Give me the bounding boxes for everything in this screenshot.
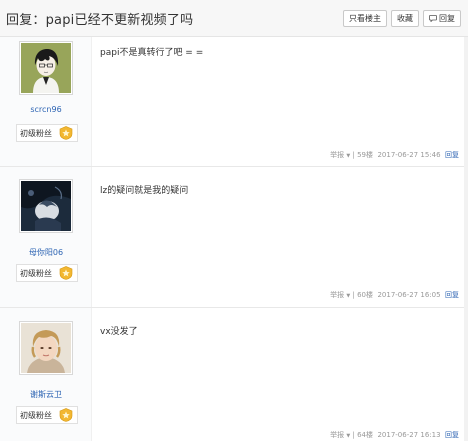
report-link[interactable]: 举报 [330,291,344,299]
anime-character-avatar [21,43,71,93]
post-time: 2017-06-27 16:13 [377,431,441,439]
post-reply-link[interactable]: 回复 [445,431,459,439]
user-avatar[interactable] [19,179,73,233]
post-reply-link[interactable]: 回复 [445,151,459,159]
post-64: 谢斯云卫 初级粉丝 vx没发了 举报 ▼ | 64楼 2017-06-27 16… [0,308,468,441]
report-link[interactable]: 举报 [330,151,344,159]
post-content: lz的疑问就是我的疑问 [100,186,189,196]
post-content: papi不是真转行了吧 = = [100,48,204,58]
post-content: vx没发了 [100,327,138,337]
fan-level-label: 初级粉丝 [20,411,52,420]
reply-button[interactable]: 回复 [423,10,461,27]
thread-header: 回复：papi已经不更新视频了吗 只看楼主 收藏 回复 [0,0,468,37]
speech-bubble-icon [429,15,437,22]
fan-level-badge: 初级粉丝 [16,124,78,142]
fan-level-badge: 初级粉丝 [16,406,78,424]
fan-level-badge: 初级粉丝 [16,264,78,282]
post-username[interactable]: 谢斯云卫 [0,389,92,400]
post-username[interactable]: scrcn96 [0,105,92,114]
floor-number: 59楼 [357,151,373,159]
post-time: 2017-06-27 16:05 [377,291,441,299]
floor-number: 64楼 [357,431,373,439]
portrait-photo-avatar [21,323,71,373]
post-reply-link[interactable]: 回复 [445,291,459,299]
user-avatar[interactable] [19,321,73,375]
page-scroll-edge [464,37,468,441]
caret-down-icon[interactable]: ▼ [346,433,350,439]
thread-title: 回复：papi已经不更新视频了吗 [6,13,194,28]
star-badge-icon [59,266,73,280]
caret-down-icon[interactable]: ▼ [346,153,350,159]
floor-number: 60楼 [357,291,373,299]
post-60: 母你阳06 初级粉丝 lz的疑问就是我的疑问 举报 ▼ | 60楼 2017-0… [0,167,468,308]
post-username[interactable]: 母你阳06 [0,247,92,258]
fan-level-label: 初级粉丝 [20,129,52,138]
star-badge-icon [59,126,73,140]
fan-level-label: 初级粉丝 [20,269,52,278]
reply-button-label: 回复 [439,14,455,23]
user-avatar[interactable] [19,41,73,95]
post-meta: 举报 ▼ | 64楼 2017-06-27 16:13 回复 [330,431,459,439]
caret-down-icon[interactable]: ▼ [346,293,350,299]
only-op-button[interactable]: 只看楼主 [343,10,387,27]
post-meta: 举报 ▼ | 60楼 2017-06-27 16:05 回复 [330,291,459,299]
post-time: 2017-06-27 15:46 [377,151,441,159]
favorite-button[interactable]: 收藏 [391,10,419,27]
post-meta: 举报 ▼ | 59楼 2017-06-27 15:46 回复 [330,151,459,159]
dark-photo-avatar [21,181,71,231]
star-badge-icon [59,408,73,422]
post-59: scrcn96 初级粉丝 papi不是真转行了吧 = = 举报 ▼ | 59楼 … [0,37,468,167]
report-link[interactable]: 举报 [330,431,344,439]
